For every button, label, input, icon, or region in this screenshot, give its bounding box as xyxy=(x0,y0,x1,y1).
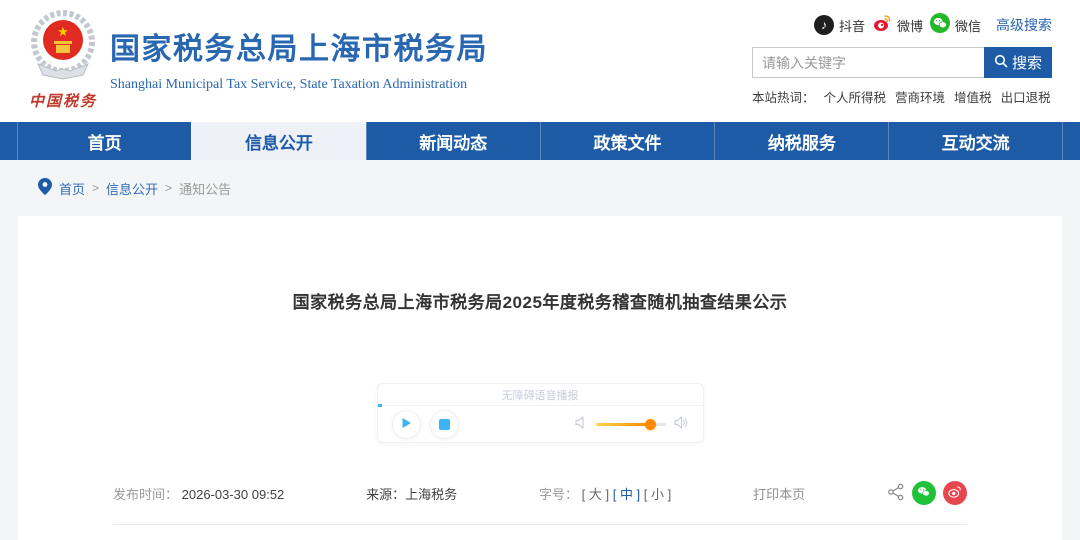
stop-icon xyxy=(438,419,450,430)
site-title: 国家税务总局上海市税务局 xyxy=(110,33,488,66)
weibo-label: 微博 xyxy=(896,18,923,34)
publish-time: 发布时间： 2026-03-30 09:52 xyxy=(113,484,284,503)
breadcrumb-info-disclosure[interactable]: 信息公开 xyxy=(106,179,158,198)
search-button-label: 搜索 xyxy=(1011,55,1042,72)
hot-words-label: 本站热词： xyxy=(752,91,815,105)
nav-item-home[interactable]: 首页 xyxy=(17,122,191,160)
content-divider xyxy=(113,524,967,525)
weibo-link[interactable]: 微博 xyxy=(872,13,923,38)
print-page-link[interactable]: 打印本页 xyxy=(753,484,805,503)
search-button[interactable]: 搜索 xyxy=(984,47,1052,78)
hot-word-link[interactable]: 出口退税 xyxy=(1001,87,1051,106)
site-subtitle: Shanghai Municipal Tax Service, State Ta… xyxy=(110,77,468,92)
breadcrumb-home[interactable]: 首页 xyxy=(59,179,85,198)
volume-low-icon xyxy=(574,415,588,434)
font-size-label: 字号： xyxy=(539,486,579,502)
search-input[interactable] xyxy=(752,47,984,78)
tax-emblem-icon: ★ xyxy=(26,10,100,88)
share-icon[interactable] xyxy=(887,483,905,504)
volume-slider[interactable] xyxy=(595,419,666,430)
breadcrumb-separator: > xyxy=(165,181,173,195)
audio-player: 无障碍语音播报 xyxy=(376,383,704,443)
location-pin-icon xyxy=(38,178,52,198)
breadcrumb-separator: > xyxy=(92,181,100,195)
douyin-icon: ♪ xyxy=(813,15,834,35)
share-buttons xyxy=(887,481,967,505)
logo-caption: 中国税务 xyxy=(28,94,97,110)
breadcrumb-current: 通知公告 xyxy=(179,181,232,197)
font-size-control: 字号： [ 大 ] [ 中 ] [ 小 ] xyxy=(539,484,671,503)
font-size-large[interactable]: [ 大 ] xyxy=(582,487,609,502)
header-right: ♪ 抖音 微博 微信 高级搜索 请输入关键字 搜索 本站热词： 个人所得税 营商… xyxy=(752,12,1052,106)
audio-player-title: 无障碍语音播报 xyxy=(501,389,579,402)
site-title-block: 国家税务总局上海市税务局 Shanghai Municipal Tax Serv… xyxy=(110,24,488,93)
douyin-label: 抖音 xyxy=(838,18,865,34)
wechat-share-icon xyxy=(916,484,931,502)
site-logo: ★ 中国税务 xyxy=(22,8,104,111)
article-card: 国家税务总局上海市税务局2025年度税务稽查随机抽查结果公示 无障碍语音播报 发… xyxy=(18,216,1062,540)
audio-player-header: 无障碍语音播报 xyxy=(377,384,703,407)
hot-words: 本站热词： 个人所得税 营商环境 增值税 出口退税 xyxy=(752,87,1052,106)
site-header: ★ 中国税务 国家税务总局上海市税务局 Shanghai Municipal T… xyxy=(0,0,1080,122)
article-source: 来源：上海税务 xyxy=(366,486,458,502)
publish-time-label: 发布时间： xyxy=(113,486,179,502)
social-links: ♪ 抖音 微博 微信 高级搜索 xyxy=(752,12,1052,38)
advanced-search-link[interactable]: 高级搜索 xyxy=(996,15,1052,35)
weibo-icon xyxy=(872,13,892,38)
article-title: 国家税务总局上海市税务局2025年度税务稽查随机抽查结果公示 xyxy=(292,293,788,312)
main-nav: 首页 信息公开 新闻动态 政策文件 纳税服务 互动交流 xyxy=(0,122,1080,160)
hot-word-link[interactable]: 个人所得税 xyxy=(824,87,887,106)
breadcrumb: 首页 > 信息公开 > 通知公告 xyxy=(0,160,1080,216)
search-bar: 搜索 xyxy=(752,47,1052,78)
wechat-label: 微信 xyxy=(954,18,981,34)
play-icon xyxy=(400,416,412,434)
nav-item-tax-service[interactable]: 纳税服务 xyxy=(714,122,888,160)
volume-high-icon xyxy=(673,415,689,434)
svg-text:★: ★ xyxy=(57,24,69,39)
search-icon xyxy=(994,54,1008,72)
hot-word-link[interactable]: 增值税 xyxy=(954,87,992,106)
font-size-medium[interactable]: [ 中 ] xyxy=(613,487,640,502)
audio-player-controls xyxy=(378,406,703,442)
wechat-link[interactable]: 微信 xyxy=(929,12,981,38)
hot-word-link[interactable]: 营商环境 xyxy=(895,87,945,106)
wechat-icon xyxy=(929,12,950,38)
nav-item-policy[interactable]: 政策文件 xyxy=(539,122,714,160)
share-weibo-button[interactable] xyxy=(942,481,967,505)
article-meta: 发布时间： 2026-03-30 09:52 来源：上海税务 字号： [ 大 ]… xyxy=(18,481,1062,505)
volume-fill xyxy=(595,423,651,426)
audio-progress-bar xyxy=(377,404,382,407)
nav-item-interaction[interactable]: 互动交流 xyxy=(888,122,1063,160)
font-size-small[interactable]: [ 小 ] xyxy=(644,487,671,502)
nav-item-info-disclosure[interactable]: 信息公开 xyxy=(191,122,366,160)
publish-time-value: 2026-03-30 09:52 xyxy=(181,486,285,502)
douyin-link[interactable]: ♪ 抖音 xyxy=(813,15,865,35)
nav-item-news[interactable]: 新闻动态 xyxy=(365,122,540,160)
volume-knob[interactable] xyxy=(645,419,657,430)
play-button[interactable] xyxy=(391,410,421,439)
page-background: 首页 > 信息公开 > 通知公告 国家税务总局上海市税务局2025年度税务稽查随… xyxy=(0,160,1080,540)
stop-button[interactable] xyxy=(429,410,459,439)
share-wechat-button[interactable] xyxy=(911,481,936,505)
weibo-share-icon xyxy=(947,484,962,502)
